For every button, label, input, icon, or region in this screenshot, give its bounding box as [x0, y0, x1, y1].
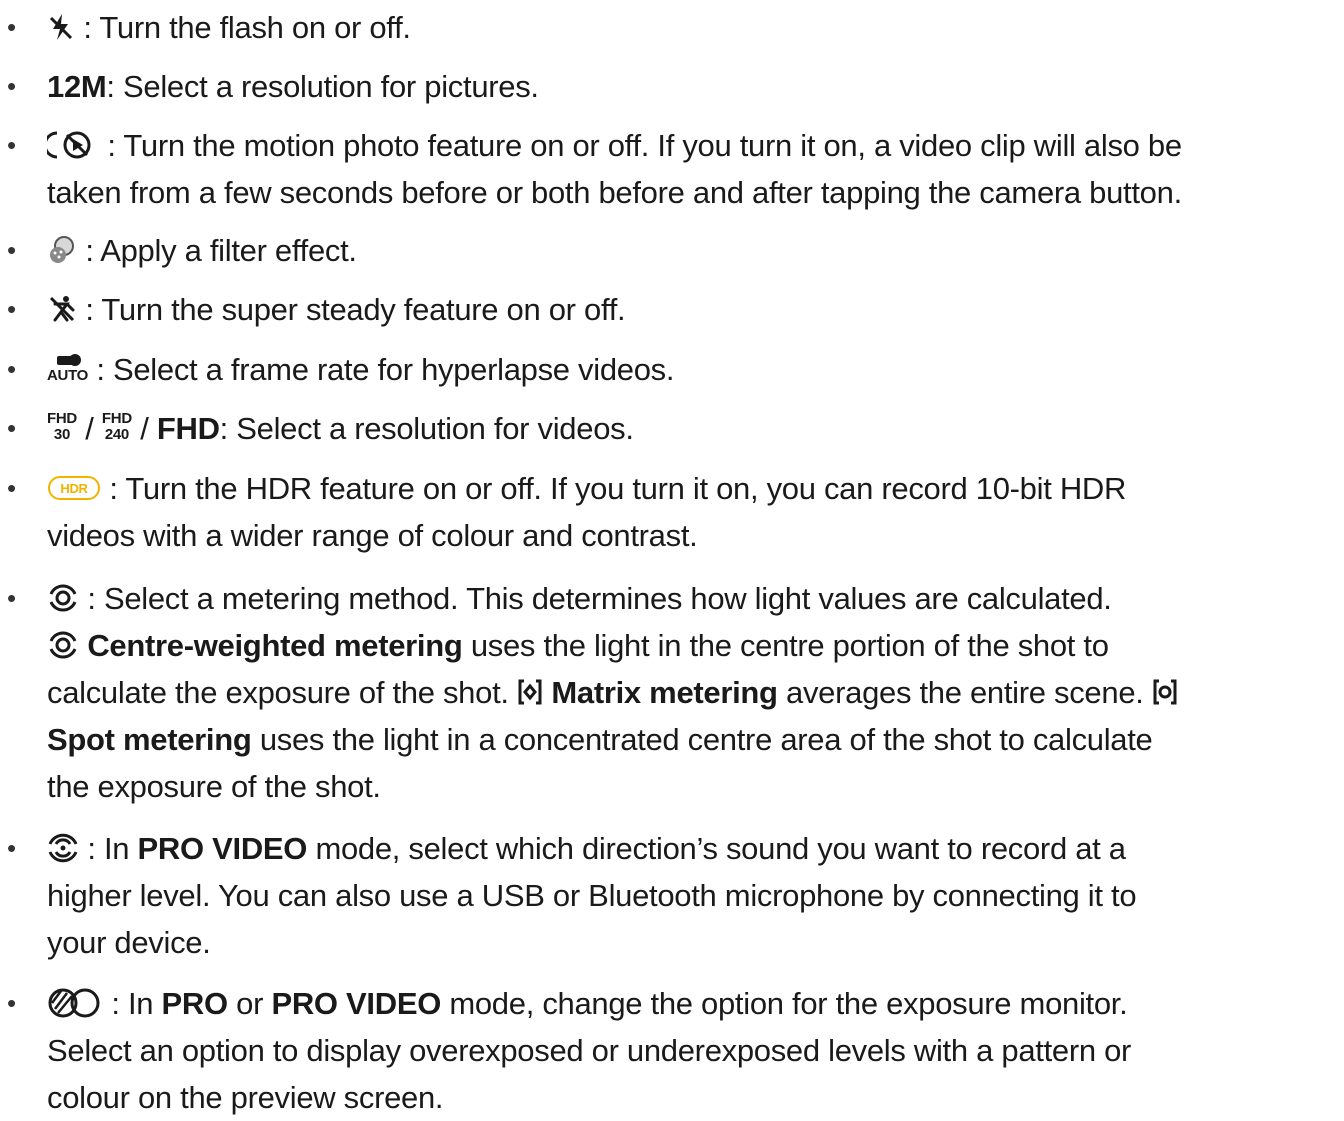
bullet: • [7, 235, 16, 265]
bullet: • [7, 473, 16, 503]
item-text: 12M: Select a resolution for pictures. [47, 69, 539, 104]
svg-text:HDR: HDR [60, 481, 88, 496]
fhd-240-icon: FHD 240 [101, 410, 132, 444]
bullet: • [7, 583, 16, 613]
hdr-icon: HDR [47, 474, 101, 502]
bullet: • [7, 354, 16, 384]
bullet: • [7, 71, 16, 101]
item-text: : In PRO or PRO VIDEO mode, change the o… [47, 986, 1132, 1115]
bullet: • [7, 833, 16, 863]
fhd-30-icon: FHD 30 [47, 410, 77, 444]
motion-photo-icon [47, 129, 99, 161]
item-text: AUTO : Select a frame rate for hyperlaps… [47, 352, 675, 387]
bullet: • [7, 12, 16, 42]
spot-metering-icon [1152, 677, 1178, 707]
bullet: • [7, 294, 16, 324]
bullet: • [7, 130, 16, 160]
metering-icon [47, 582, 79, 614]
frame-rate-icon: AUTO [47, 353, 88, 383]
bullet: • [7, 988, 16, 1018]
matrix-metering-icon [517, 677, 543, 707]
item-text: : Turn the motion photo feature on or of… [47, 128, 1182, 210]
filter-icon [47, 235, 77, 265]
camera-settings-description: • : Turn the flash on or off. • 12M: Sel… [0, 0, 1344, 1117]
resolution-label: 12M [47, 69, 107, 104]
flash-icon [47, 12, 75, 42]
exposure-monitor-icon [47, 987, 103, 1019]
item-text: : Apply a filter effect. [47, 227, 1336, 274]
item-text: : Select a metering method. This determi… [47, 575, 1336, 810]
item-text: FHD 30 / FHD 240 / FHD: Select a resolutio… [47, 410, 634, 446]
centre-weighted-metering-icon [47, 629, 79, 661]
audio-direction-icon [47, 832, 79, 864]
super-steady-icon [47, 294, 77, 324]
bullet: • [7, 413, 16, 443]
item-text: HDR : Turn the HDR feature on or off. If… [47, 471, 1127, 553]
item-text: : Turn the flash on or off. [47, 4, 1336, 51]
item-text: : Turn the super steady feature on or of… [47, 286, 1336, 333]
fhd-label: FHD [156, 411, 220, 446]
item-text: : In PRO VIDEO mode, select which direct… [47, 831, 1137, 960]
